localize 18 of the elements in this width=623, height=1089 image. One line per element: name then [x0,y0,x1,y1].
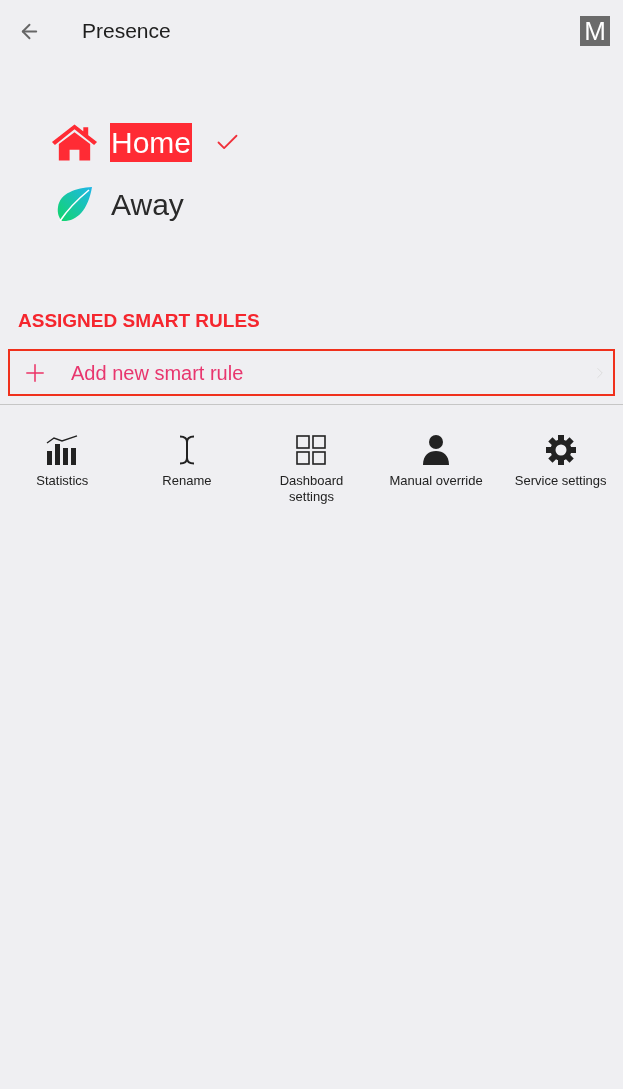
leaf-icon [56,186,92,222]
menu-badge[interactable]: M [580,16,610,46]
house-icon [50,123,98,161]
mode-option[interactable]: Home [110,122,193,162]
bar-chart-icon [46,435,79,465]
action-button[interactable]: Statistics [36,435,89,505]
action-button[interactable]: Dashboard settings [261,435,362,505]
text-cursor-icon [178,435,195,465]
grid-icon [296,435,327,465]
section-heading: ASSIGNED SMART RULES [18,309,260,333]
action-button[interactable]: Rename [162,435,212,505]
action-button[interactable]: Service settings [514,435,607,505]
gear-icon [545,435,576,465]
page-title: Presence [82,18,171,45]
person-icon [423,435,450,465]
mode-option[interactable]: Away [110,184,185,224]
action-button[interactable]: Manual override [389,435,483,505]
add-rule-button[interactable]: Add new smart rule [8,349,615,396]
